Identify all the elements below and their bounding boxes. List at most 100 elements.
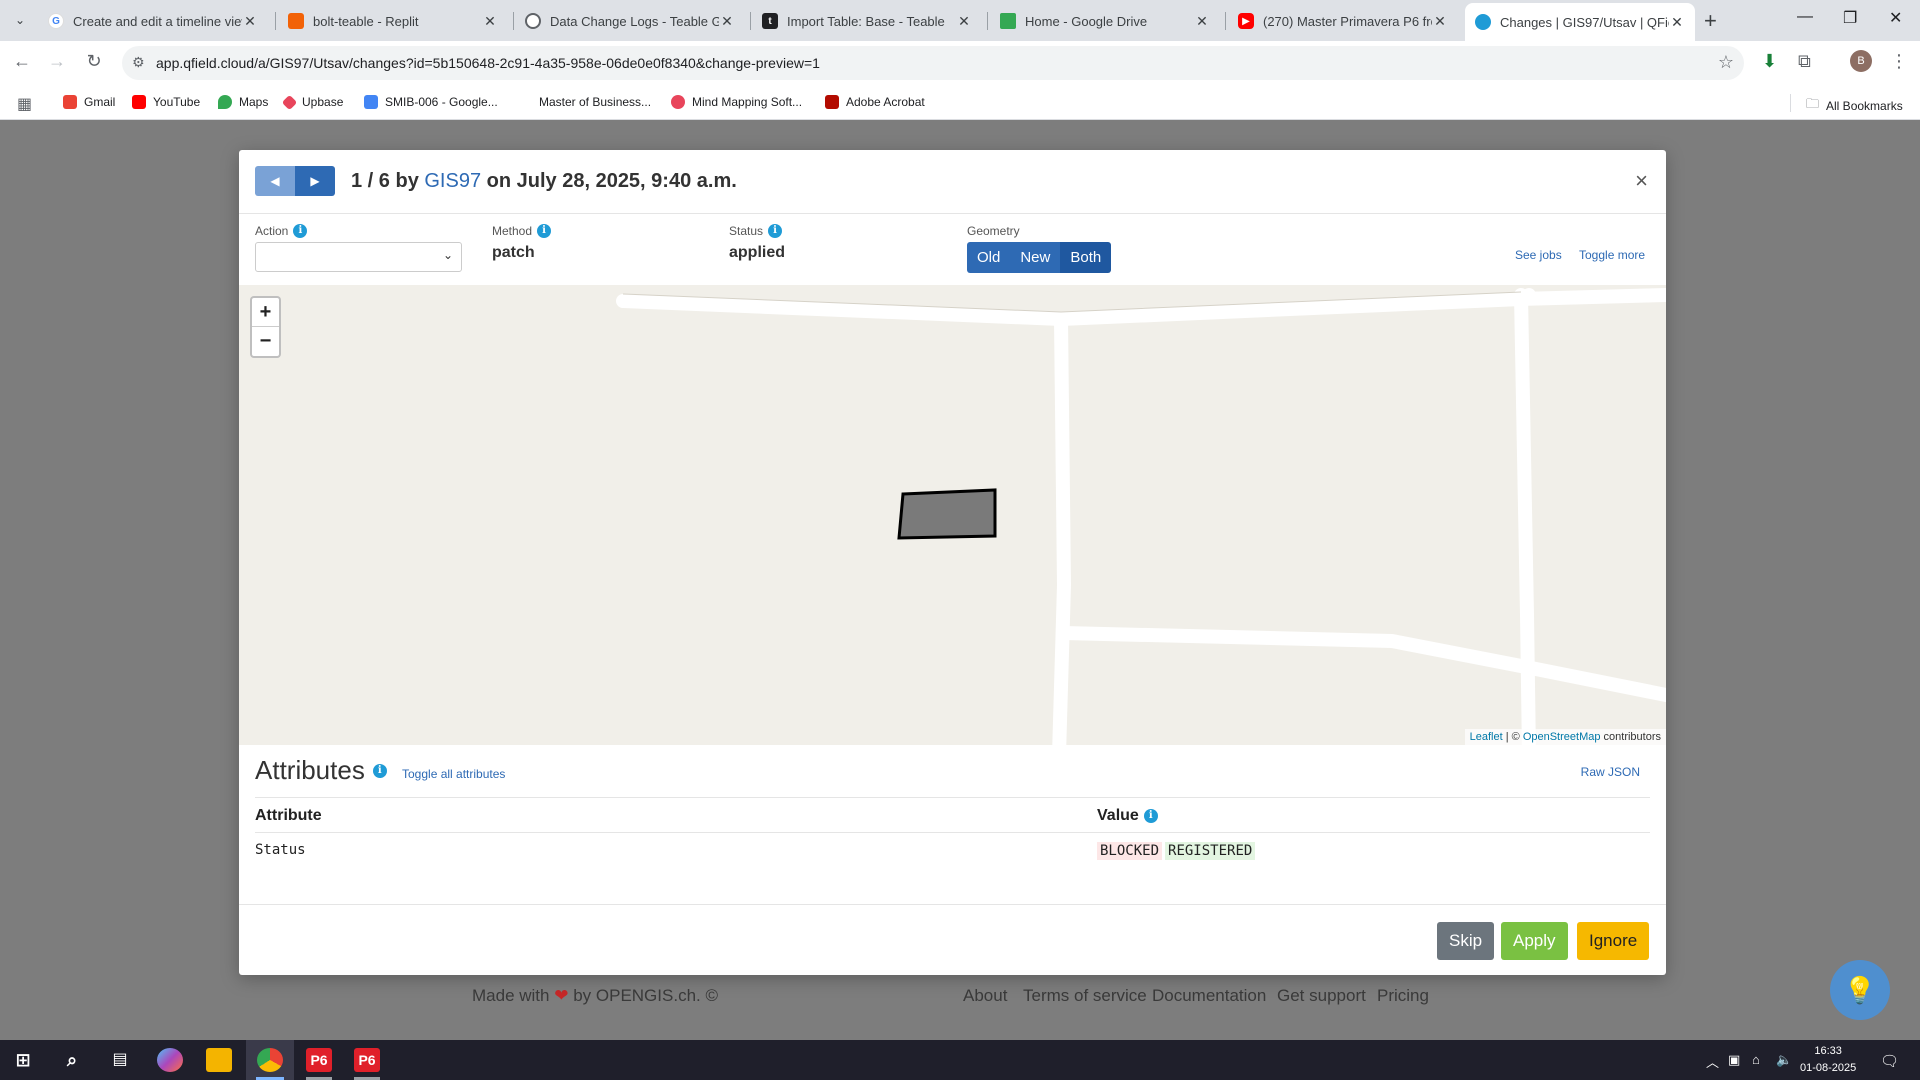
close-window-icon[interactable]: ✕	[1889, 8, 1902, 28]
browser-tab[interactable]: Data Change Logs - Teable GIS ✕	[515, 6, 745, 36]
restore-icon[interactable]: ❐	[1843, 8, 1857, 28]
browser-tab[interactable]: Home - Google Drive ✕	[990, 6, 1220, 36]
bookmark-maps[interactable]: Maps	[218, 95, 268, 109]
zoom-out-button[interactable]: −	[252, 327, 279, 356]
adobe-acrobat-icon	[825, 95, 839, 109]
new-tab-icon[interactable]: +	[1704, 8, 1717, 34]
extensions-icon[interactable]: ⧉	[1798, 51, 1811, 72]
footer-link-pricing[interactable]: Pricing	[1377, 986, 1429, 1006]
all-bookmarks[interactable]: 🗀 All Bookmarks	[1806, 95, 1903, 117]
apps-grid-icon[interactable]: ▦	[17, 94, 32, 114]
notifications-icon[interactable]: 🗨	[1880, 1052, 1899, 1070]
previous-change-button[interactable]: ◀	[255, 166, 295, 196]
bookmark-youtube[interactable]: YouTube	[132, 95, 200, 109]
ignore-button[interactable]: Ignore	[1577, 922, 1650, 960]
info-icon[interactable]: i	[293, 224, 308, 238]
close-modal-button[interactable]: ×	[1635, 168, 1648, 194]
copilot-icon[interactable]	[157, 1048, 183, 1072]
status-value: applied	[729, 244, 786, 261]
geometry-old-button[interactable]: Old	[967, 242, 1011, 273]
skip-button[interactable]: Skip	[1437, 922, 1495, 960]
footer-link-documentation[interactable]: Documentation	[1152, 986, 1266, 1006]
close-tab-icon[interactable]: ✕	[956, 13, 972, 30]
browser-tab[interactable]: bolt-teable - Replit ✕	[278, 6, 508, 36]
primavera-p6-icon[interactable]: P6	[354, 1048, 380, 1072]
see-jobs-link[interactable]: See jobs	[1515, 248, 1562, 262]
network-icon[interactable]: ⌂	[1752, 1052, 1760, 1067]
chrome-icon[interactable]	[257, 1048, 283, 1072]
task-view-icon[interactable]: ▤	[107, 1048, 133, 1072]
info-icon[interactable]: i	[537, 224, 552, 238]
browser-tab[interactable]: G Create and edit a timeline view ✕	[38, 6, 268, 36]
bookmark-upbase[interactable]: Upbase	[281, 94, 343, 110]
search-icon[interactable]: ⌕	[59, 1048, 85, 1072]
action-select[interactable]: ⌄	[255, 242, 462, 272]
primavera-p6-icon[interactable]: P6	[306, 1048, 332, 1072]
google-docs-icon	[364, 95, 378, 109]
bookmark-gmail[interactable]: Gmail	[63, 95, 115, 109]
road	[616, 288, 1666, 326]
browser-tab[interactable]: ▶ (270) Master Primavera P6 from ✕	[1228, 6, 1458, 36]
info-icon[interactable]: i	[768, 224, 783, 238]
tab-title: Changes | GIS97/Utsav | QField	[1500, 14, 1669, 30]
geometry-new-button[interactable]: New	[1010, 242, 1061, 273]
modal-title: 1 / 6 by GIS97 on July 28, 2025, 9:40 a.…	[351, 170, 737, 193]
next-change-button[interactable]: ▶	[295, 166, 335, 196]
reload-icon[interactable]: ↻	[82, 51, 106, 72]
device-icon[interactable]: ▣	[1728, 1052, 1740, 1068]
info-icon[interactable]: i	[1143, 809, 1158, 823]
road	[1514, 288, 1536, 306]
bookmark-star-icon[interactable]: ☆	[1718, 52, 1734, 73]
close-tab-icon[interactable]: ✕	[719, 13, 735, 30]
footer-link-about[interactable]: About	[963, 986, 1007, 1006]
change-user-link[interactable]: GIS97	[424, 170, 481, 192]
site-info-icon[interactable]: ⚙	[132, 54, 145, 71]
apply-button[interactable]: Apply	[1501, 922, 1568, 960]
minimize-icon[interactable]: —	[1797, 8, 1813, 26]
tab-search-icon[interactable]: ⌄	[10, 10, 30, 30]
close-tab-icon[interactable]: ✕	[482, 13, 498, 30]
change-map[interactable]: + − Leaflet | © OpenStreetMap contributo…	[239, 285, 1666, 745]
change-counter: 1 / 6 by	[351, 170, 419, 192]
bookmark-adobe-acrobat[interactable]: Adobe Acrobat	[825, 95, 925, 109]
bookmark-label: Maps	[239, 95, 269, 109]
address-bar[interactable]: ⚙ app.qfield.cloud/a/GIS97/Utsav/changes…	[122, 46, 1744, 80]
youtube-icon: ▶	[1238, 13, 1254, 29]
zoom-in-button[interactable]: +	[252, 298, 279, 327]
footer-link-support[interactable]: Get support	[1277, 986, 1366, 1006]
help-lightbulb-icon[interactable]: 💡	[1830, 960, 1890, 1020]
close-tab-icon[interactable]: ✕	[1194, 13, 1210, 30]
footer-link-terms[interactable]: Terms of service	[1023, 986, 1147, 1006]
raw-json-link[interactable]: Raw JSON	[1581, 765, 1640, 779]
close-tab-icon[interactable]: ✕	[1432, 13, 1448, 30]
geometry-both-button[interactable]: Both	[1060, 242, 1112, 273]
tab-divider	[513, 12, 514, 30]
show-hidden-icons[interactable]: ︿	[1706, 1052, 1719, 1071]
blank-page-icon	[518, 95, 532, 109]
openstreetmap-link[interactable]: OpenStreetMap	[1523, 731, 1601, 743]
toggle-more-link[interactable]: Toggle more	[1579, 248, 1645, 262]
bookmark-mind-mapping[interactable]: Mind Mapping Soft...	[671, 95, 802, 109]
browser-tab-active[interactable]: Changes | GIS97/Utsav | QField ✕	[1465, 3, 1695, 41]
browser-tab[interactable]: t Import Table: Base - Teable ✕	[752, 6, 982, 36]
bookmark-smib[interactable]: SMIB-006 - Google...	[364, 95, 498, 109]
toggle-all-attributes-link[interactable]: Toggle all attributes	[402, 767, 505, 781]
leaflet-link[interactable]: Leaflet	[1470, 731, 1503, 743]
back-icon[interactable]: ←	[10, 51, 34, 72]
file-explorer-icon[interactable]	[206, 1048, 232, 1072]
browser-menu-icon[interactable]: ⋮	[1890, 51, 1908, 72]
old-value: BLOCKED	[1097, 842, 1163, 860]
profile-avatar[interactable]: B	[1850, 50, 1872, 72]
maps-pin-icon	[218, 95, 232, 109]
system-clock[interactable]: 16:33 01-08-2025	[1800, 1043, 1856, 1077]
close-tab-icon[interactable]: ✕	[242, 13, 258, 30]
download-icon[interactable]: ⬇	[1762, 51, 1777, 72]
close-tab-icon[interactable]: ✕	[1669, 14, 1685, 31]
volume-icon[interactable]: 🔈	[1776, 1052, 1792, 1068]
browser-tabstrip: ⌄ G Create and edit a timeline view ✕ bo…	[0, 0, 1920, 41]
forward-icon[interactable]: →	[45, 51, 69, 72]
info-icon[interactable]: i	[372, 763, 387, 778]
bookmark-master-business[interactable]: Master of Business...	[518, 95, 651, 109]
url-text[interactable]: app.qfield.cloud/a/GIS97/Utsav/changes?i…	[156, 55, 820, 71]
windows-start-icon[interactable]: ⊞	[10, 1048, 36, 1072]
